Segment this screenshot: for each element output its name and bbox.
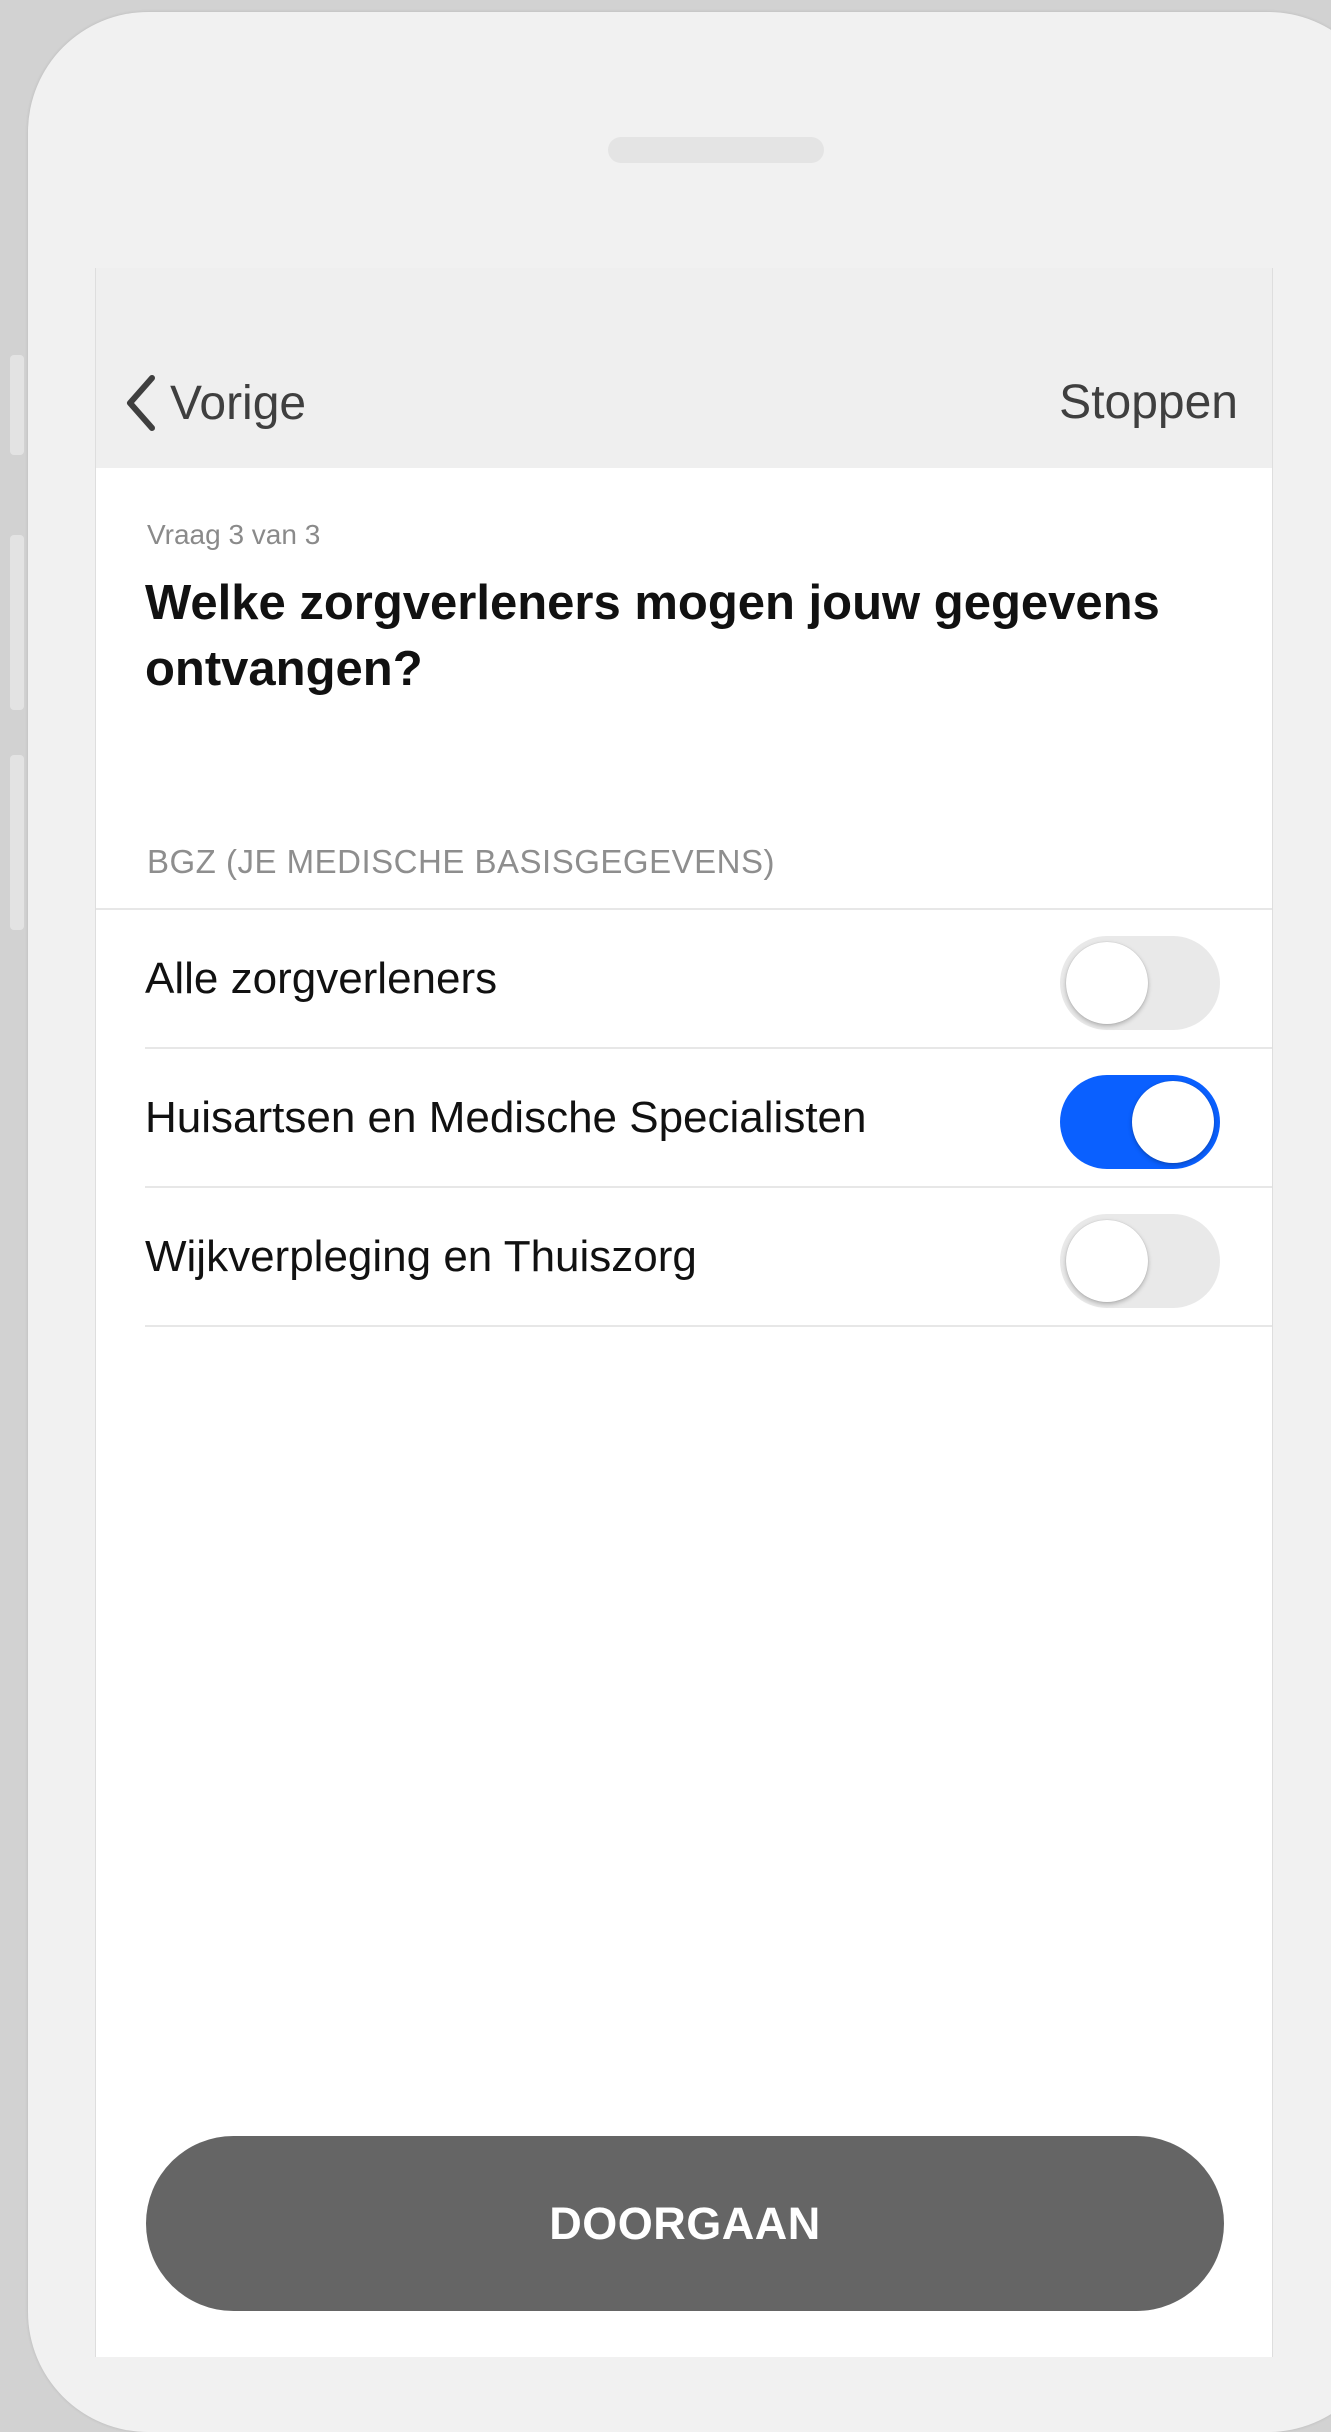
toggle-switch[interactable] (1060, 1214, 1220, 1308)
continue-button-label: DOORGAAN (549, 2197, 821, 2249)
question-title: Welke zorgverleners mogen jouw gegevens … (145, 576, 1160, 696)
device-volume-up (10, 535, 24, 710)
stop-button[interactable]: Stoppen (1059, 368, 1238, 438)
navigation-bar: Vorige Stoppen (96, 268, 1272, 468)
question-step: Vraag 3 van 3 (147, 519, 321, 550)
list-item: Alle zorgverleners (145, 910, 1272, 1049)
chevron-left-icon (124, 374, 158, 432)
toggle-knob (1066, 942, 1148, 1024)
list-item: Wijkverpleging en Thuiszorg (145, 1188, 1272, 1327)
continue-button[interactable]: DOORGAAN (146, 2136, 1224, 2311)
device-side-button (10, 355, 24, 455)
toggle-switch[interactable] (1060, 936, 1220, 1030)
device-volume-down (10, 755, 24, 930)
back-button[interactable]: Vorige (124, 368, 306, 438)
app-screen: Vorige Stoppen Vraag 3 van 3 Welke zorgv… (95, 268, 1273, 2357)
list-item: Huisartsen en Medische Specialisten (145, 1049, 1272, 1188)
list-item-label: Alle zorgverleners (145, 954, 498, 1003)
toggle-knob (1132, 1081, 1214, 1163)
section-header: BGZ (JE MEDISCHE BASISGEGEVENS) (147, 843, 775, 880)
toggle-knob (1066, 1220, 1148, 1302)
back-button-label: Vorige (170, 376, 307, 430)
list-item-label: Wijkverpleging en Thuiszorg (145, 1232, 697, 1281)
toggle-switch[interactable] (1060, 1075, 1220, 1169)
provider-list: Alle zorgverleners Huisartsen en Medisch… (96, 908, 1272, 1327)
device-speaker (608, 137, 824, 163)
list-item-label: Huisartsen en Medische Specialisten (145, 1093, 867, 1142)
